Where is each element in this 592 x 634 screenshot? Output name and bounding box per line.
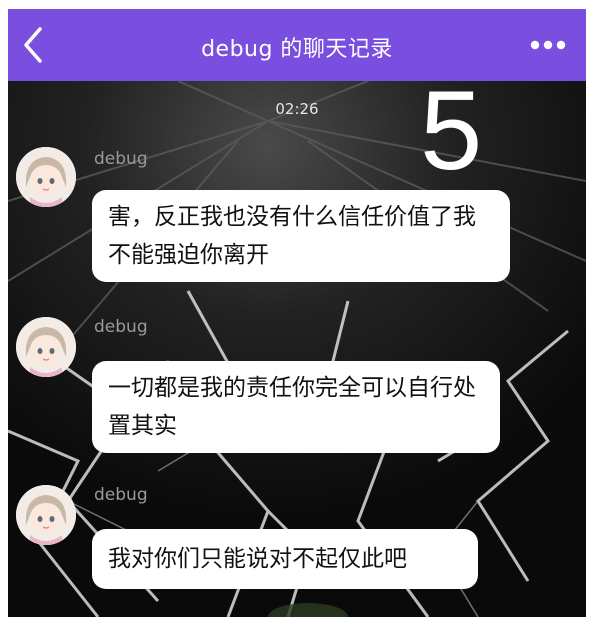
message-bubble[interactable]: 害，反正我也没有什么信任价值了我不能强迫你离开 [92, 190, 510, 282]
anime-girl-avatar-icon [16, 317, 76, 377]
more-options-button[interactable] [528, 35, 568, 55]
page-title: debug 的聊天记录 [201, 37, 393, 62]
message-bubble[interactable]: 一切都是我的责任你完全可以自行处置其实 [92, 361, 500, 453]
sender-name: debug [94, 485, 148, 505]
message-timestamp: 02:26 [275, 100, 319, 118]
message-bubble[interactable]: 我对你们只能说对不起仅此吧 [92, 529, 478, 589]
avatar[interactable] [16, 485, 76, 545]
chat-history-screen: debug 的聊天记录 5 02:26 debug 害，反正我也没有什么信任价值… [0, 0, 592, 634]
top-bar: debug 的聊天记录 [8, 9, 586, 81]
sender-name: debug [94, 317, 148, 337]
avatar[interactable] [16, 147, 76, 207]
overlay-number: 5 [420, 81, 483, 193]
chat-message-list[interactable]: 5 02:26 debug 害，反正我也没有什么信任价值了我不能强迫你离开 de… [8, 81, 586, 617]
sender-name: debug [94, 149, 148, 169]
more-horizontal-icon [530, 40, 566, 50]
anime-girl-avatar-icon [16, 485, 76, 545]
avatar[interactable] [16, 317, 76, 377]
anime-girl-avatar-icon [16, 147, 76, 207]
